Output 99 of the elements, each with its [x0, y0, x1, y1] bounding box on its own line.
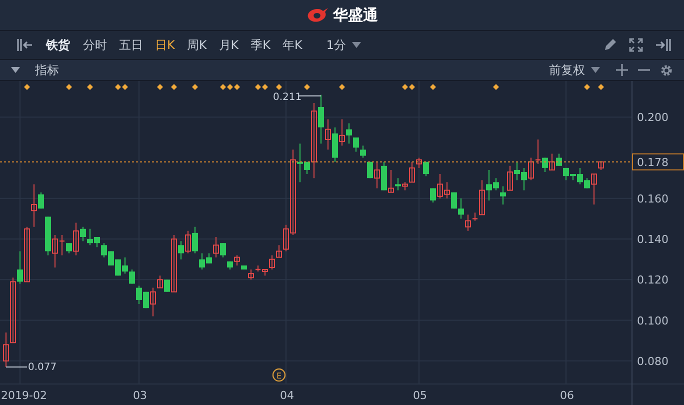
diamond-icon	[24, 84, 30, 90]
candlestick	[409, 161, 415, 183]
diamond-icon	[584, 84, 590, 90]
candlestick	[269, 254, 275, 270]
settings-icon[interactable]	[660, 64, 673, 76]
y-axis-label: 0.100	[637, 314, 668, 328]
earnings-badge[interactable]: E	[272, 368, 286, 382]
candlestick	[17, 250, 23, 284]
candlestick	[528, 157, 534, 181]
candlestick	[325, 118, 331, 150]
candlestick	[185, 230, 191, 254]
logo-icon	[306, 6, 330, 24]
diamond-icon	[171, 84, 177, 90]
candlestick	[234, 254, 240, 266]
candlestick	[80, 226, 86, 242]
indicator-label[interactable]: 指标	[35, 62, 59, 78]
candlestick	[318, 94, 324, 144]
candlestick	[430, 188, 436, 203]
period-tab[interactable]: 周K	[182, 34, 212, 56]
diamond-icon	[192, 84, 198, 90]
candlestick	[10, 277, 16, 344]
candlestick	[178, 240, 184, 260]
candlestick	[360, 145, 366, 158]
x-axis-label: 03	[133, 389, 147, 402]
diamond-icon	[304, 84, 310, 90]
leader-line	[6, 366, 28, 368]
diamond-icon	[66, 84, 72, 90]
period-tab[interactable]: 五日	[114, 34, 148, 56]
candlestick	[374, 161, 380, 189]
diamond-icon	[157, 84, 163, 90]
candlestick	[500, 186, 506, 205]
candlestick	[157, 275, 163, 288]
candlestick	[465, 214, 471, 232]
candlestick	[38, 192, 44, 210]
stock-name: 铁货	[46, 36, 70, 54]
candlestick	[66, 242, 72, 254]
candlestick	[556, 153, 562, 166]
y-axis-label: 0.080	[637, 354, 668, 368]
candlestick	[423, 161, 429, 177]
candlestick	[534, 139, 542, 164]
low-price-label: 0.077	[28, 362, 57, 373]
caret-icon	[352, 42, 362, 48]
candlestick	[346, 122, 352, 144]
diamond-icon	[339, 84, 345, 90]
candlestick	[339, 118, 345, 146]
plus-icon[interactable]	[616, 64, 628, 76]
exit-panel-icon[interactable]	[655, 38, 671, 52]
candlestick	[395, 178, 401, 191]
candlestick	[507, 165, 513, 191]
period-tab[interactable]: 月K	[214, 34, 244, 56]
collapse-panel-icon[interactable]	[17, 38, 33, 52]
candlestick	[171, 234, 177, 292]
y-axis-label: 0.140	[637, 233, 668, 246]
diamond-icon	[430, 84, 436, 90]
y-axis-label: 0.120	[637, 274, 668, 287]
candlestick	[220, 242, 226, 258]
candlestick	[353, 136, 359, 152]
app-title: 华盛通	[333, 6, 378, 24]
candlestick	[248, 269, 254, 280]
pencil-icon[interactable]	[603, 38, 617, 52]
fullscreen-icon[interactable]	[629, 38, 643, 52]
adjustment-dropdown[interactable]: 前复权	[544, 60, 605, 80]
y-axis-label: 0.160	[637, 192, 668, 206]
candlestick	[192, 226, 198, 254]
candlestick	[311, 102, 317, 179]
diamond-icon	[276, 84, 282, 90]
candlestick	[479, 180, 485, 216]
caret-icon	[591, 67, 600, 73]
candlestick	[276, 244, 282, 258]
candlestick	[31, 184, 37, 228]
x-axis-label: 04	[280, 389, 294, 402]
diamond-icon	[598, 84, 604, 90]
y-axis-label: 0.200	[637, 111, 668, 124]
candlestick	[549, 153, 555, 170]
candlestick	[3, 332, 9, 368]
high-price-label: 0.211	[273, 92, 302, 103]
candlestick	[591, 174, 597, 205]
candlestick	[388, 169, 394, 193]
x-axis-label: 2019-02	[1, 389, 47, 402]
caret-icon[interactable]	[11, 67, 20, 73]
interval-dropdown[interactable]: 1分	[321, 34, 366, 56]
x-axis-label: 06	[560, 389, 574, 402]
candlestick	[164, 279, 170, 292]
candlestick	[129, 269, 135, 284]
period-tab[interactable]: 日K	[150, 34, 180, 56]
x-axis-label: 05	[413, 389, 427, 402]
diamond-icon	[493, 84, 499, 90]
last-price-label: 0.178	[637, 156, 668, 169]
candlestick	[458, 198, 464, 220]
candlestick	[416, 157, 422, 168]
candlestick	[213, 236, 219, 258]
candlestick	[73, 222, 79, 256]
period-tab[interactable]: 季K	[246, 34, 276, 56]
candlestick	[24, 226, 30, 282]
leader-line	[298, 95, 322, 96]
period-tab[interactable]: 分时	[78, 34, 112, 56]
candlestick	[150, 287, 156, 317]
period-tab[interactable]: 年K	[278, 34, 308, 56]
diamond-icon	[87, 84, 93, 90]
